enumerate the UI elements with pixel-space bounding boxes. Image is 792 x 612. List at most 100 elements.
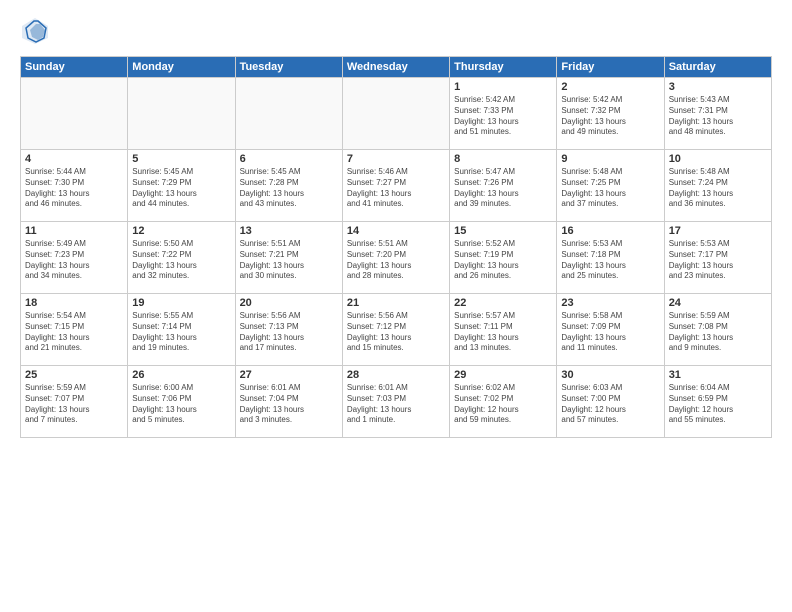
day-cell: 9 Sunrise: 5:48 AM Sunset: 7:25 PM Daylig…: [557, 150, 664, 222]
day-number: 26: [132, 369, 230, 381]
day-info: Sunrise: 5:49 AM Sunset: 7:23 PM Dayligh…: [25, 239, 123, 282]
day-cell: 21 Sunrise: 5:56 AM Sunset: 7:12 PM Dayli…: [342, 294, 449, 366]
day-info: Sunrise: 5:56 AM Sunset: 7:13 PM Dayligh…: [240, 311, 338, 354]
week-row-1: 1 Sunrise: 5:42 AM Sunset: 7:33 PM Daylig…: [21, 78, 772, 150]
day-cell: 31 Sunrise: 6:04 AM Sunset: 6:59 PM Dayli…: [664, 366, 771, 438]
day-number: 9: [561, 153, 659, 165]
day-info: Sunrise: 5:45 AM Sunset: 7:28 PM Dayligh…: [240, 167, 338, 210]
day-number: 25: [25, 369, 123, 381]
day-number: 17: [669, 225, 767, 237]
day-info: Sunrise: 5:51 AM Sunset: 7:21 PM Dayligh…: [240, 239, 338, 282]
week-row-4: 18 Sunrise: 5:54 AM Sunset: 7:15 PM Dayli…: [21, 294, 772, 366]
day-cell: 24 Sunrise: 5:59 AM Sunset: 7:08 PM Dayli…: [664, 294, 771, 366]
day-info: Sunrise: 6:01 AM Sunset: 7:03 PM Dayligh…: [347, 383, 445, 426]
day-info: Sunrise: 5:55 AM Sunset: 7:14 PM Dayligh…: [132, 311, 230, 354]
day-cell: 13 Sunrise: 5:51 AM Sunset: 7:21 PM Dayli…: [235, 222, 342, 294]
day-number: 24: [669, 297, 767, 309]
day-cell: 20 Sunrise: 5:56 AM Sunset: 7:13 PM Dayli…: [235, 294, 342, 366]
day-cell: 19 Sunrise: 5:55 AM Sunset: 7:14 PM Dayli…: [128, 294, 235, 366]
day-info: Sunrise: 5:44 AM Sunset: 7:30 PM Dayligh…: [25, 167, 123, 210]
day-number: 29: [454, 369, 552, 381]
day-number: 11: [25, 225, 123, 237]
weekday-header-row: SundayMondayTuesdayWednesdayThursdayFrid…: [21, 57, 772, 78]
weekday-header-saturday: Saturday: [664, 57, 771, 78]
day-cell: 16 Sunrise: 5:53 AM Sunset: 7:18 PM Dayli…: [557, 222, 664, 294]
day-number: 18: [25, 297, 123, 309]
day-cell: 30Sunrise: 6:03 AM Sunset: 7:00 PM Dayli…: [557, 366, 664, 438]
day-info: Sunrise: 5:43 AM Sunset: 7:31 PM Dayligh…: [669, 95, 767, 138]
day-info: Sunrise: 6:02 AM Sunset: 7:02 PM Dayligh…: [454, 383, 552, 426]
day-info: Sunrise: 5:57 AM Sunset: 7:11 PM Dayligh…: [454, 311, 552, 354]
page-header: [20, 16, 772, 46]
day-info: Sunrise: 5:59 AM Sunset: 7:08 PM Dayligh…: [669, 311, 767, 354]
day-cell: 28 Sunrise: 6:01 AM Sunset: 7:03 PM Dayli…: [342, 366, 449, 438]
weekday-header-wednesday: Wednesday: [342, 57, 449, 78]
day-info: Sunrise: 6:01 AM Sunset: 7:04 PM Dayligh…: [240, 383, 338, 426]
day-cell: 5Sunrise: 5:45 AM Sunset: 7:29 PM Daylig…: [128, 150, 235, 222]
day-number: 7: [347, 153, 445, 165]
calendar: SundayMondayTuesdayWednesdayThursdayFrid…: [20, 56, 772, 438]
day-number: 22: [454, 297, 552, 309]
day-info: Sunrise: 5:56 AM Sunset: 7:12 PM Dayligh…: [347, 311, 445, 354]
day-cell: 17 Sunrise: 5:53 AM Sunset: 7:17 PM Dayli…: [664, 222, 771, 294]
day-cell: 3 Sunrise: 5:43 AM Sunset: 7:31 PM Daylig…: [664, 78, 771, 150]
day-number: 23: [561, 297, 659, 309]
day-cell: 25 Sunrise: 5:59 AM Sunset: 7:07 PM Dayli…: [21, 366, 128, 438]
day-cell: [235, 78, 342, 150]
day-cell: 14Sunrise: 5:51 AM Sunset: 7:20 PM Dayli…: [342, 222, 449, 294]
day-number: 2: [561, 81, 659, 93]
day-info: Sunrise: 5:42 AM Sunset: 7:32 PM Dayligh…: [561, 95, 659, 138]
day-number: 30: [561, 369, 659, 381]
day-number: 27: [240, 369, 338, 381]
day-info: Sunrise: 5:50 AM Sunset: 7:22 PM Dayligh…: [132, 239, 230, 282]
day-number: 6: [240, 153, 338, 165]
day-info: Sunrise: 5:48 AM Sunset: 7:24 PM Dayligh…: [669, 167, 767, 210]
day-cell: 27 Sunrise: 6:01 AM Sunset: 7:04 PM Dayli…: [235, 366, 342, 438]
day-number: 8: [454, 153, 552, 165]
day-number: 15: [454, 225, 552, 237]
day-info: Sunrise: 5:53 AM Sunset: 7:18 PM Dayligh…: [561, 239, 659, 282]
day-info: Sunrise: 5:53 AM Sunset: 7:17 PM Dayligh…: [669, 239, 767, 282]
day-cell: 2 Sunrise: 5:42 AM Sunset: 7:32 PM Daylig…: [557, 78, 664, 150]
day-number: 3: [669, 81, 767, 93]
day-cell: 11 Sunrise: 5:49 AM Sunset: 7:23 PM Dayli…: [21, 222, 128, 294]
day-cell: 10 Sunrise: 5:48 AM Sunset: 7:24 PM Dayli…: [664, 150, 771, 222]
day-number: 1: [454, 81, 552, 93]
day-number: 19: [132, 297, 230, 309]
day-info: Sunrise: 5:54 AM Sunset: 7:15 PM Dayligh…: [25, 311, 123, 354]
day-cell: [21, 78, 128, 150]
day-number: 31: [669, 369, 767, 381]
day-number: 21: [347, 297, 445, 309]
day-cell: [128, 78, 235, 150]
logo-icon: [20, 16, 50, 46]
weekday-header-monday: Monday: [128, 57, 235, 78]
day-number: 4: [25, 153, 123, 165]
day-number: 13: [240, 225, 338, 237]
day-number: 12: [132, 225, 230, 237]
weekday-header-friday: Friday: [557, 57, 664, 78]
day-info: Sunrise: 5:58 AM Sunset: 7:09 PM Dayligh…: [561, 311, 659, 354]
day-cell: 12 Sunrise: 5:50 AM Sunset: 7:22 PM Dayli…: [128, 222, 235, 294]
day-number: 10: [669, 153, 767, 165]
day-cell: 18 Sunrise: 5:54 AM Sunset: 7:15 PM Dayli…: [21, 294, 128, 366]
day-cell: [342, 78, 449, 150]
day-info: Sunrise: 5:45 AM Sunset: 7:29 PM Dayligh…: [132, 167, 230, 210]
weekday-header-sunday: Sunday: [21, 57, 128, 78]
day-number: 28: [347, 369, 445, 381]
day-cell: 1 Sunrise: 5:42 AM Sunset: 7:33 PM Daylig…: [450, 78, 557, 150]
day-info: Sunrise: 5:48 AM Sunset: 7:25 PM Dayligh…: [561, 167, 659, 210]
week-row-5: 25 Sunrise: 5:59 AM Sunset: 7:07 PM Dayli…: [21, 366, 772, 438]
day-info: Sunrise: 6:00 AM Sunset: 7:06 PM Dayligh…: [132, 383, 230, 426]
day-cell: 22 Sunrise: 5:57 AM Sunset: 7:11 PM Dayli…: [450, 294, 557, 366]
day-number: 20: [240, 297, 338, 309]
day-info: Sunrise: 6:04 AM Sunset: 6:59 PM Dayligh…: [669, 383, 767, 426]
day-info: Sunrise: 5:46 AM Sunset: 7:27 PM Dayligh…: [347, 167, 445, 210]
day-info: Sunrise: 5:42 AM Sunset: 7:33 PM Dayligh…: [454, 95, 552, 138]
day-info: Sunrise: 5:51 AM Sunset: 7:20 PM Dayligh…: [347, 239, 445, 282]
logo: [20, 16, 52, 46]
day-number: 16: [561, 225, 659, 237]
day-info: Sunrise: 5:47 AM Sunset: 7:26 PM Dayligh…: [454, 167, 552, 210]
day-cell: 8 Sunrise: 5:47 AM Sunset: 7:26 PM Daylig…: [450, 150, 557, 222]
day-cell: 15Sunrise: 5:52 AM Sunset: 7:19 PM Dayli…: [450, 222, 557, 294]
day-info: Sunrise: 5:59 AM Sunset: 7:07 PM Dayligh…: [25, 383, 123, 426]
